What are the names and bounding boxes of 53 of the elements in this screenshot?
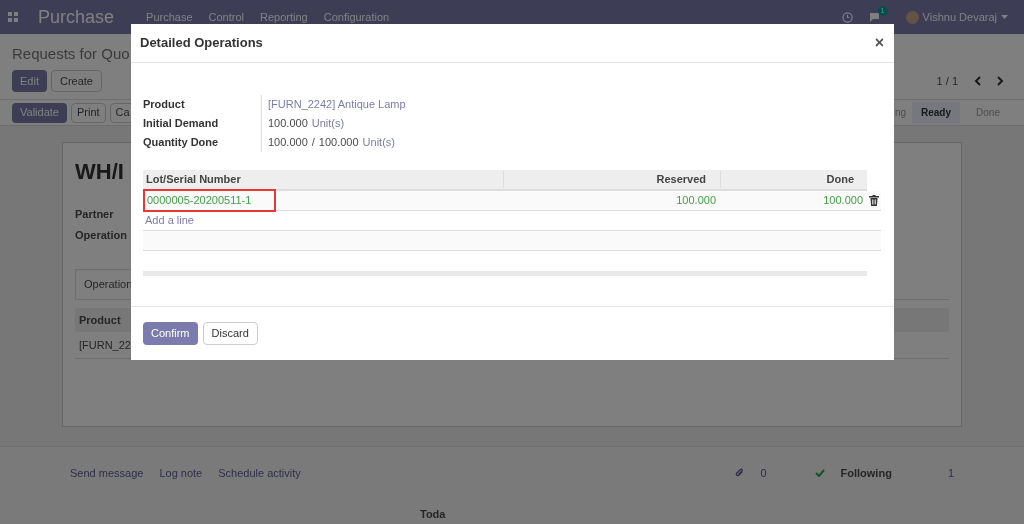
next-icon[interactable] xyxy=(997,76,1004,86)
menu-item[interactable]: Reporting xyxy=(260,8,308,26)
menu-item[interactable]: Control xyxy=(208,8,244,26)
discard-button[interactable]: Discard xyxy=(202,322,258,345)
unit-link[interactable]: Unit(s) xyxy=(311,115,345,132)
quantity-value: 100.000 xyxy=(268,116,308,132)
chatter-action-link[interactable]: Schedule activity xyxy=(218,465,301,482)
menu-item[interactable]: Configuration xyxy=(323,8,390,26)
column-header[interactable]: Done xyxy=(720,171,867,188)
date-separator: Toda xyxy=(420,506,447,522)
chatter-action-link[interactable]: Log note xyxy=(159,465,203,482)
caret-icon[interactable] xyxy=(1001,15,1008,19)
menu-item[interactable]: Purchase xyxy=(146,8,193,26)
table-cell: [FURN_22 xyxy=(79,339,131,351)
done-cell-text: 100.000 xyxy=(822,193,864,209)
user-avatar xyxy=(905,10,919,24)
attachment-count[interactable]: 0 xyxy=(760,465,767,482)
checkmark-icon xyxy=(814,469,825,478)
edit-button[interactable]: Edit xyxy=(12,70,47,92)
field-label: Operation xyxy=(75,227,127,243)
separator-text: / xyxy=(311,135,315,151)
previous-icon[interactable] xyxy=(974,76,981,86)
column-header[interactable]: Reserved xyxy=(503,171,720,188)
breadcrumb: Requests for Quo xyxy=(12,44,130,64)
status-stage[interactable]: Ready xyxy=(912,102,960,123)
following-button[interactable]: Following xyxy=(840,465,892,482)
record-title: WH/I xyxy=(75,158,124,186)
dialog-title: Detailed Operations xyxy=(140,34,263,53)
chatter-action-link[interactable]: Send message xyxy=(70,465,144,482)
add-line-link[interactable]: Add a line xyxy=(145,212,194,229)
action-button[interactable]: Print xyxy=(70,102,106,123)
column-header[interactable]: Lot/Serial Number xyxy=(143,171,503,188)
field-label: Quantity Done xyxy=(143,135,220,151)
follower-count[interactable]: 1 xyxy=(947,465,954,482)
quantity-value: 100.000 xyxy=(268,135,308,151)
lot-number-cell[interactable]: 0000005-20200511-1 xyxy=(143,189,276,212)
confirm-button[interactable]: Confirm xyxy=(143,322,198,345)
reserved-cell-text: 100.000 xyxy=(675,193,717,209)
clock-icon[interactable] xyxy=(841,11,853,23)
field-label: Product xyxy=(143,97,186,113)
field-label: Initial Demand xyxy=(143,116,220,132)
trash-icon[interactable] xyxy=(869,195,879,206)
field-label: Partner xyxy=(75,207,114,222)
paperclip-icon[interactable] xyxy=(735,468,745,479)
validate-button[interactable]: Validate xyxy=(12,102,67,123)
unit-link[interactable]: Unit(s) xyxy=(362,134,395,151)
apps-menu-icon[interactable] xyxy=(8,12,18,22)
close-button[interactable]: × xyxy=(874,31,884,55)
quantity-value: 100.000 xyxy=(318,135,359,151)
app-title: Purchase xyxy=(38,5,115,29)
pager-text: 1 / 1 xyxy=(936,73,958,89)
create-button[interactable]: Create xyxy=(50,70,102,92)
product-link[interactable]: [FURN_2242] Antique Lamp xyxy=(268,96,406,113)
